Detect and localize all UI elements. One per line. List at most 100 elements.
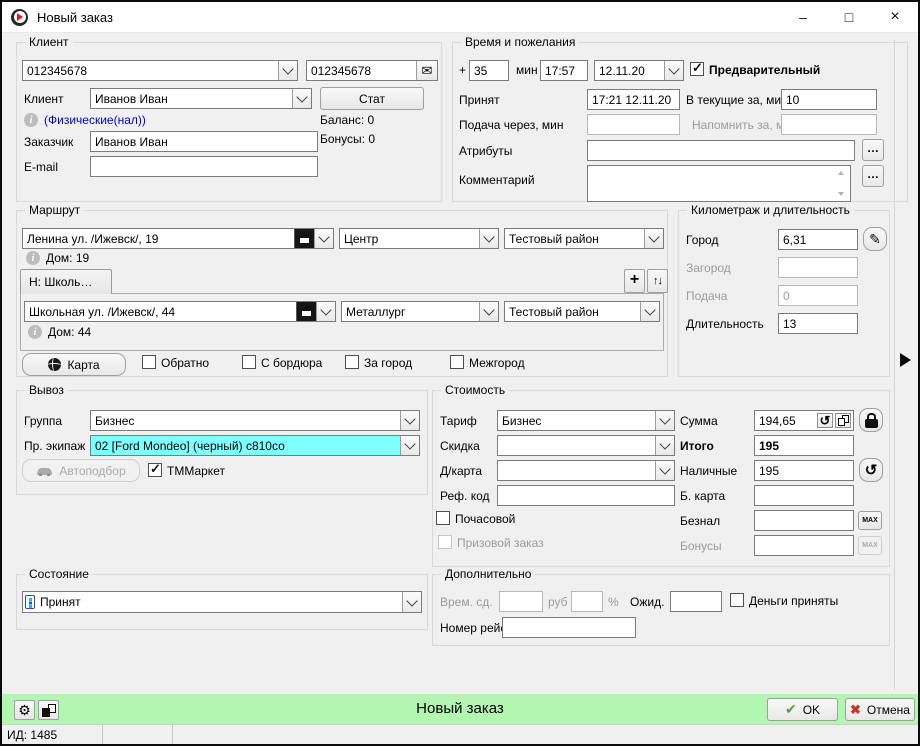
scroll-down-icon[interactable] — [838, 192, 844, 196]
home-button[interactable] — [296, 302, 316, 321]
flight-input[interactable] — [502, 617, 636, 638]
tariff-combo[interactable]: Бизнес — [497, 410, 675, 431]
state-combo[interactable]: Принят — [22, 591, 422, 613]
from-district-combo[interactable]: Центр — [339, 228, 499, 249]
shift-label: Врем. сд. — [440, 595, 493, 610]
intercity-checkbox[interactable] — [450, 355, 464, 369]
attributes-more-button[interactable]: … — [862, 139, 884, 161]
accepted-input[interactable] — [587, 89, 680, 110]
close-button[interactable]: × — [872, 2, 918, 32]
ok-button[interactable]: ✔ OK — [767, 698, 838, 721]
email-input[interactable] — [90, 156, 318, 177]
minimize-button[interactable]: – — [780, 2, 826, 32]
cashless-input[interactable] — [754, 510, 854, 531]
chevron-down-icon[interactable] — [402, 592, 421, 612]
out-of-town-checkbox[interactable] — [345, 355, 359, 369]
send-sms-button[interactable]: ✉ — [416, 61, 437, 80]
map-button[interactable]: Карта — [22, 353, 126, 376]
phone-value: 012345678 — [23, 64, 278, 78]
cashless-max-button[interactable]: MAX — [858, 511, 882, 530]
stop-tab[interactable]: Н: Школь… — [20, 269, 112, 294]
phone-combo[interactable]: 012345678 — [22, 60, 298, 81]
client-group-label: Клиент — [25, 35, 73, 50]
lock-sum-button[interactable] — [859, 408, 883, 432]
info-icon[interactable]: i — [24, 113, 38, 127]
to-district-combo[interactable]: Металлург — [341, 301, 499, 322]
customer-input[interactable] — [90, 131, 318, 152]
home-button[interactable] — [294, 229, 314, 248]
recalc-sum-button[interactable]: ↺ — [817, 413, 833, 428]
add-stop-button[interactable]: + — [624, 269, 645, 293]
stat-button[interactable]: Стат — [320, 87, 424, 110]
tariff-value: Бизнес — [498, 414, 655, 428]
chevron-down-icon[interactable] — [400, 436, 419, 455]
copy-icon — [838, 415, 849, 426]
chevron-down-icon[interactable] — [278, 61, 297, 80]
bcard-input[interactable] — [754, 485, 854, 506]
phone-alt-field[interactable]: 012345678 ✉ — [306, 60, 438, 81]
comment-textarea[interactable] — [587, 165, 851, 202]
balance-text: Баланс: 0 — [320, 113, 374, 128]
prize-label: Призовой заказ — [457, 536, 544, 551]
chevron-down-icon[interactable] — [292, 89, 311, 108]
dcard-combo[interactable] — [497, 460, 675, 481]
date-combo[interactable]: 12.11.20 — [594, 60, 684, 81]
time-group-label: Время и пожелания — [461, 35, 579, 50]
suburb-label: Загород — [686, 261, 731, 276]
chevron-down-icon[interactable] — [314, 229, 333, 248]
cancel-button[interactable]: ✖ Отмена — [845, 698, 915, 721]
offset-min-input[interactable] — [469, 60, 509, 81]
chevron-down-icon[interactable] — [640, 302, 659, 321]
chevron-down-icon[interactable] — [479, 229, 498, 248]
crew-group-combo[interactable]: Бизнес — [90, 410, 420, 431]
money-accepted-checkbox[interactable] — [730, 593, 744, 607]
chevron-down-icon[interactable] — [655, 436, 674, 455]
in-current-input[interactable] — [781, 89, 877, 110]
preliminary-checkbox[interactable] — [690, 62, 704, 76]
copy-sum-button[interactable] — [835, 413, 851, 428]
chevron-down-icon[interactable] — [655, 411, 674, 430]
info-icon[interactable]: i — [26, 251, 40, 265]
chevron-down-icon[interactable] — [316, 302, 335, 321]
from-zone-value: Тестовый район — [505, 232, 644, 246]
hourly-checkbox[interactable] — [436, 511, 450, 525]
new-order-dialog: Новый заказ – □ × Клиент 012345678 01234… — [0, 0, 920, 746]
edit-mileage-button[interactable]: ✎ — [863, 227, 887, 251]
client-category-link[interactable]: (Физические(нал)) — [44, 113, 146, 128]
chevron-down-icon[interactable] — [479, 302, 498, 321]
sum-field[interactable]: 194,65 ↺ — [754, 410, 854, 431]
in-current-label: В текущие за, мин — [686, 93, 788, 108]
discount-combo[interactable] — [497, 435, 675, 456]
client-name-combo[interactable]: Иванов Иван — [90, 88, 312, 109]
to-zone-combo[interactable]: Тестовый район — [504, 301, 660, 322]
comment-label: Комментарий — [459, 173, 535, 188]
maximize-button[interactable]: □ — [826, 2, 872, 32]
car-icon — [36, 466, 53, 476]
reset-cash-button[interactable]: ↺ — [859, 458, 883, 482]
duration-input[interactable] — [778, 313, 858, 334]
refcode-input[interactable] — [497, 485, 675, 506]
cash-input[interactable] — [754, 460, 854, 481]
chevron-down-icon[interactable] — [644, 229, 663, 248]
return-checkbox[interactable] — [142, 355, 156, 369]
chevron-down-icon[interactable] — [664, 61, 683, 80]
city-km-input[interactable] — [778, 229, 858, 250]
chevron-down-icon[interactable] — [400, 411, 419, 430]
attributes-input[interactable] — [587, 140, 855, 161]
total-input[interactable] — [754, 435, 854, 456]
from-zone-combo[interactable]: Тестовый район — [504, 228, 664, 249]
from-address-combo[interactable]: Ленина ул. /Ижевск/, 19 — [22, 228, 334, 249]
expand-panel-arrow[interactable] — [900, 353, 911, 367]
to-address-combo[interactable]: Школьная ул. /Ижевск/, 44 — [24, 301, 336, 322]
comment-more-button[interactable]: … — [862, 165, 884, 187]
chevron-down-icon[interactable] — [655, 461, 674, 480]
from-address-value: Ленина ул. /Ижевск/, 19 — [23, 232, 294, 246]
crew-combo[interactable]: 02 [Ford Mondeo] (черный) с810со — [90, 435, 420, 456]
time-input[interactable] — [540, 60, 588, 81]
wait-input[interactable] — [670, 591, 722, 612]
scroll-up-icon[interactable] — [838, 171, 844, 175]
tmmarket-checkbox[interactable] — [148, 463, 162, 477]
curb-checkbox[interactable] — [242, 355, 256, 369]
swap-stops-button[interactable]: ↑↓ — [647, 269, 668, 293]
info-icon[interactable]: i — [28, 325, 42, 339]
